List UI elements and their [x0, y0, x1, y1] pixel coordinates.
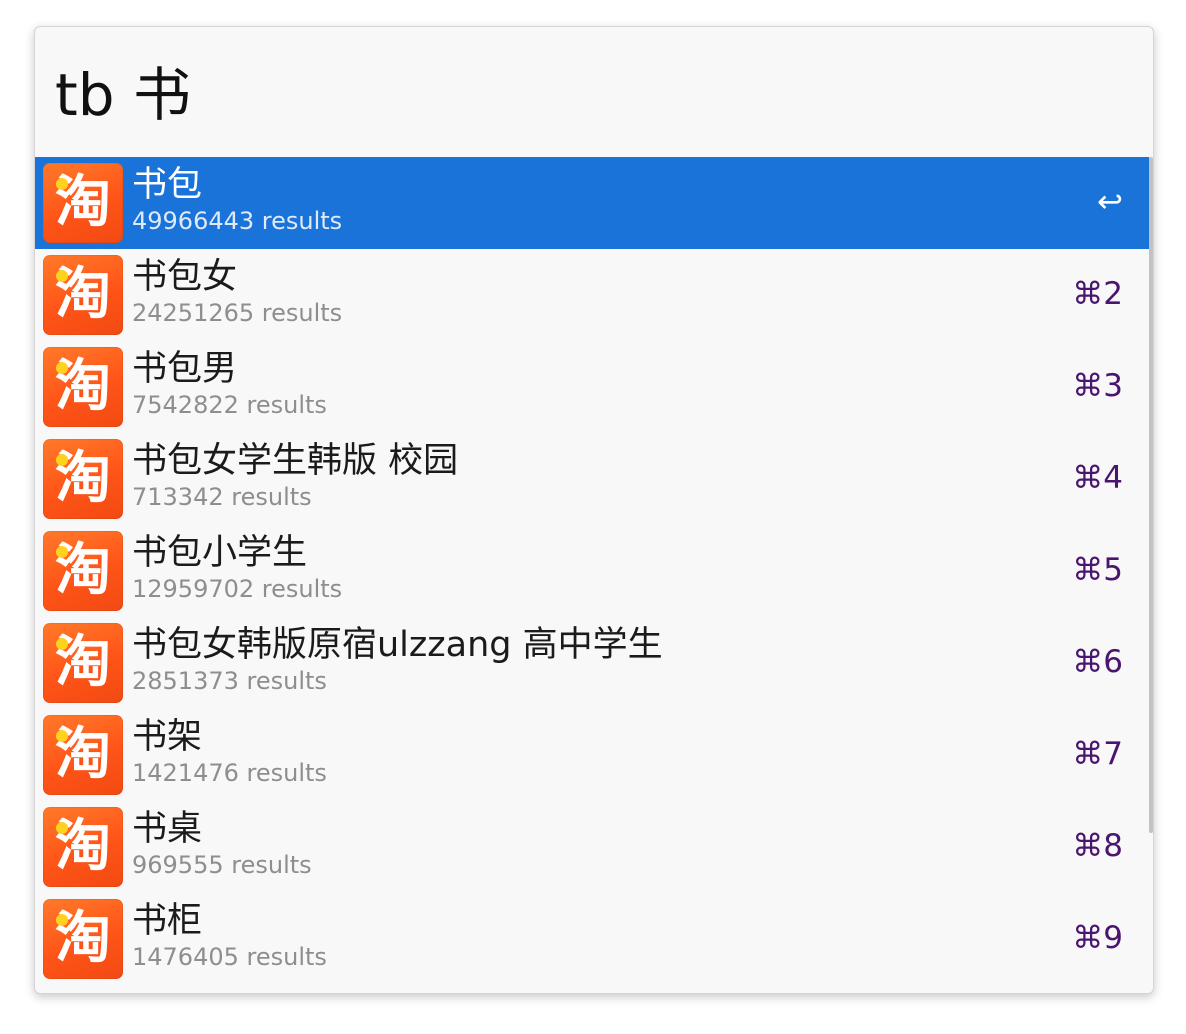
result-subtitle: 49966443 results: [132, 207, 343, 235]
keyboard-shortcut: ⌘2: [1072, 276, 1123, 312]
taobao-icon: 淘: [43, 715, 123, 795]
results-list: 淘 书包 49966443 results ↩ 淘 书包女 24251265 r…: [35, 157, 1149, 985]
result-title: 书包男: [132, 349, 238, 389]
result-title: 书包小学生: [132, 533, 308, 573]
result-row[interactable]: 淘 书架 1421476 results ⌘7: [35, 709, 1149, 801]
taobao-icon: 淘: [43, 255, 123, 335]
keyboard-shortcut: ⌘3: [1072, 368, 1123, 404]
keyboard-shortcut: ⌘6: [1072, 644, 1123, 680]
result-subtitle: 2851373 results: [132, 667, 327, 695]
keyboard-shortcut: ⌘4: [1072, 460, 1123, 496]
result-subtitle: 969555 results: [132, 851, 312, 879]
result-row[interactable]: 淘 书包女学生韩版 校园 713342 results ⌘4: [35, 433, 1149, 525]
result-row[interactable]: 淘 书包小学生 12959702 results ⌘5: [35, 525, 1149, 617]
keyboard-shortcut: ⌘9: [1072, 920, 1123, 956]
taobao-icon: 淘: [43, 163, 123, 243]
result-subtitle: 1421476 results: [132, 759, 327, 787]
taobao-icon: 淘: [43, 531, 123, 611]
result-title: 书包: [132, 165, 203, 205]
keyboard-shortcut: ⌘5: [1072, 552, 1123, 588]
result-row[interactable]: 淘 书包男 7542822 results ⌘3: [35, 341, 1149, 433]
taobao-icon: 淘: [43, 899, 123, 979]
result-title: 书包女: [132, 257, 238, 297]
scrollbar[interactable]: [1149, 157, 1153, 833]
result-title: 书柜: [132, 901, 203, 941]
result-subtitle: 24251265 results: [132, 299, 343, 327]
result-row[interactable]: 淘 书桌 969555 results ⌘8: [35, 801, 1149, 893]
taobao-icon: 淘: [43, 623, 123, 703]
search-bar: [35, 27, 1153, 157]
taobao-icon: 淘: [43, 807, 123, 887]
result-title: 书包女学生韩版 校园: [132, 441, 459, 481]
result-subtitle: 7542822 results: [132, 391, 327, 419]
keyboard-shortcut: ⌘7: [1072, 736, 1123, 772]
result-subtitle: 713342 results: [132, 483, 312, 511]
result-subtitle: 1476405 results: [132, 943, 327, 971]
result-row[interactable]: 淘 书包女韩版原宿ulzzang 高中学生 2851373 results ⌘6: [35, 617, 1149, 709]
result-row-selected[interactable]: 淘 书包 49966443 results ↩: [35, 157, 1149, 249]
result-title: 书包女韩版原宿ulzzang 高中学生: [132, 625, 663, 665]
launcher-window: 淘 书包 49966443 results ↩ 淘 书包女 24251265 r…: [34, 26, 1154, 994]
result-title: 书架: [132, 717, 203, 757]
enter-shortcut: ↩: [1097, 184, 1123, 220]
result-row[interactable]: 淘 书包女 24251265 results ⌘2: [35, 249, 1149, 341]
keyboard-shortcut: ⌘8: [1072, 828, 1123, 864]
taobao-icon: 淘: [43, 439, 123, 519]
result-title: 书桌: [132, 809, 203, 849]
result-subtitle: 12959702 results: [132, 575, 343, 603]
taobao-icon: 淘: [43, 347, 123, 427]
result-row[interactable]: 淘 书柜 1476405 results ⌘9: [35, 893, 1149, 985]
search-input[interactable]: [55, 55, 1115, 135]
